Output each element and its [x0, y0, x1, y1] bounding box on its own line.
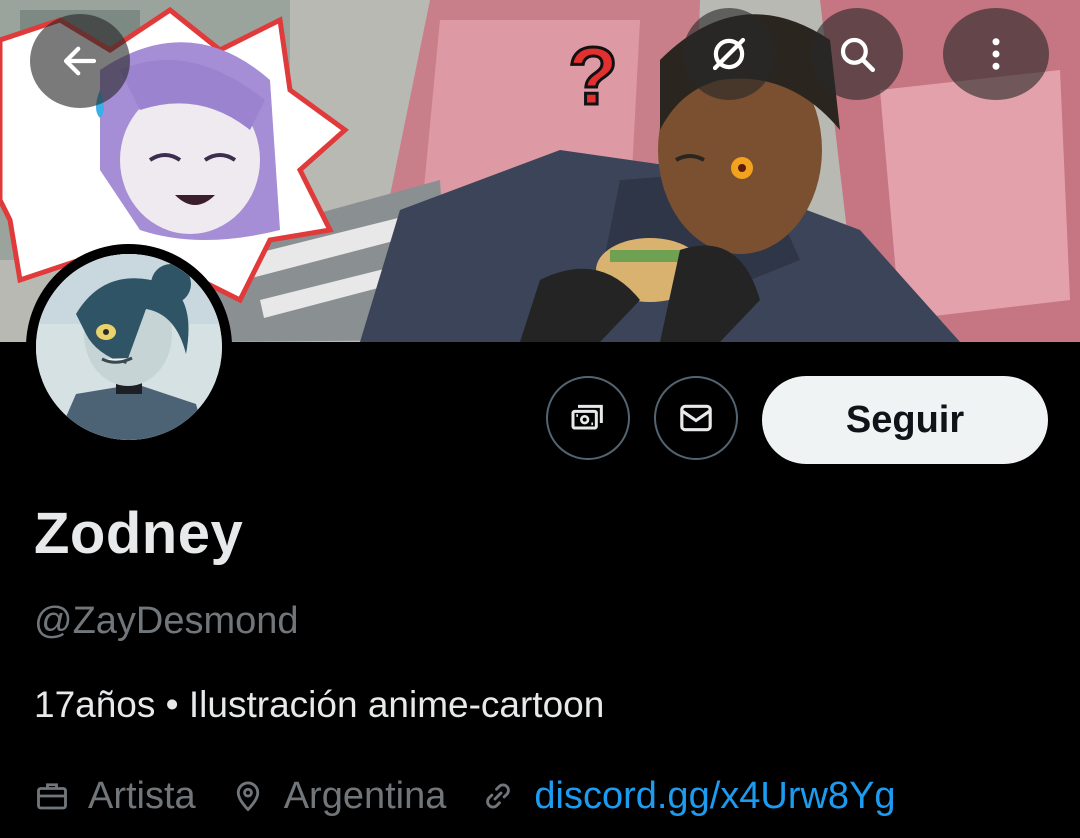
search-button[interactable]	[811, 8, 903, 100]
profession-item: Artista	[34, 775, 196, 818]
avatar[interactable]	[36, 254, 222, 440]
bio-text: 17años • Ilustración anime-cartoon	[34, 684, 605, 725]
envelope-icon	[680, 404, 712, 432]
location-text: Argentina	[283, 774, 447, 817]
back-button[interactable]	[30, 14, 130, 108]
question-mark-text: ?	[568, 31, 618, 122]
search-icon	[840, 37, 876, 73]
offline-mode-button[interactable]	[683, 8, 775, 100]
follow-button[interactable]: Seguir	[762, 376, 1048, 464]
location-item: Argentina	[230, 774, 447, 818]
profile-meta-row: Artista Argentina discord.gg/x4Urw8Yg	[34, 770, 930, 822]
link-icon	[486, 783, 511, 809]
avatar-ring[interactable]	[26, 244, 232, 450]
circle-slash-icon	[712, 37, 746, 71]
briefcase-icon	[37, 783, 67, 810]
arrow-left-icon	[63, 46, 97, 76]
website-item[interactable]: discord.gg/x4Urw8Yg	[480, 775, 896, 818]
money-icon	[571, 404, 603, 430]
avatar-illustration	[36, 254, 222, 440]
website-link[interactable]: discord.gg/x4Urw8Yg	[534, 775, 895, 818]
more-vertical-icon	[992, 38, 1000, 70]
user-handle: @ZayDesmond	[34, 600, 299, 642]
more-options-button[interactable]	[943, 8, 1049, 100]
profession-text: Artista	[88, 774, 196, 817]
message-button[interactable]	[654, 376, 738, 460]
tips-button[interactable]	[546, 376, 630, 460]
display-name: Zodney	[34, 501, 244, 566]
location-pin-icon	[236, 781, 259, 812]
